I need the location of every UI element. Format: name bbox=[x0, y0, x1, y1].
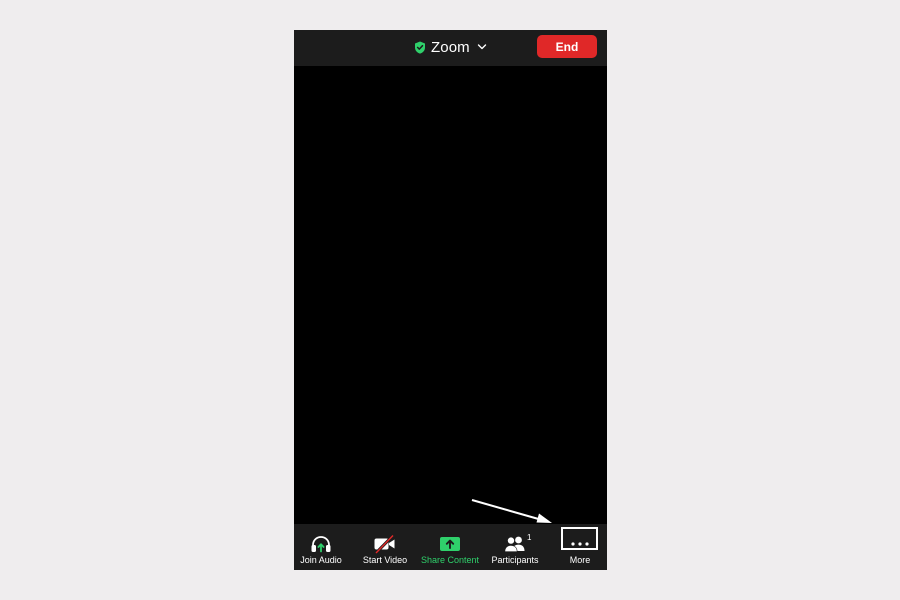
people-icon bbox=[504, 536, 525, 552]
meeting-title: Zoom bbox=[431, 38, 470, 56]
start-video-label: Start Video bbox=[362, 555, 408, 565]
join-audio-button[interactable]: Join Audio bbox=[294, 524, 352, 570]
share-upload-icon bbox=[440, 537, 460, 551]
camera-off-icon bbox=[374, 534, 395, 554]
chevron-down-icon bbox=[477, 44, 486, 50]
participants-label: Participants bbox=[491, 555, 539, 565]
participants-count-badge: 1 bbox=[527, 533, 532, 542]
meeting-top-bar: Zoom End bbox=[294, 30, 607, 66]
meeting-title-dropdown[interactable]: Zoom bbox=[414, 38, 487, 56]
share-content-label: Share Content bbox=[420, 555, 480, 565]
share-content-button[interactable]: Share Content bbox=[419, 524, 481, 570]
end-meeting-button[interactable]: End bbox=[537, 35, 597, 58]
more-label: More bbox=[569, 555, 591, 565]
participants-button[interactable]: 1 Participants bbox=[484, 524, 546, 570]
shield-check-icon bbox=[415, 41, 425, 54]
more-button[interactable]: More bbox=[549, 524, 607, 570]
start-video-button[interactable]: Start Video bbox=[354, 524, 416, 570]
screenshot-stage: Zoom End Join Audio Start Video Share Co… bbox=[0, 0, 900, 600]
ellipsis-icon bbox=[571, 542, 589, 546]
meeting-toolbar: Join Audio Start Video Share Content 1 P… bbox=[294, 524, 607, 570]
headphones-icon bbox=[311, 536, 331, 553]
zoom-meeting-screen: Zoom End Join Audio Start Video Share Co… bbox=[294, 30, 607, 570]
video-area bbox=[294, 66, 607, 524]
